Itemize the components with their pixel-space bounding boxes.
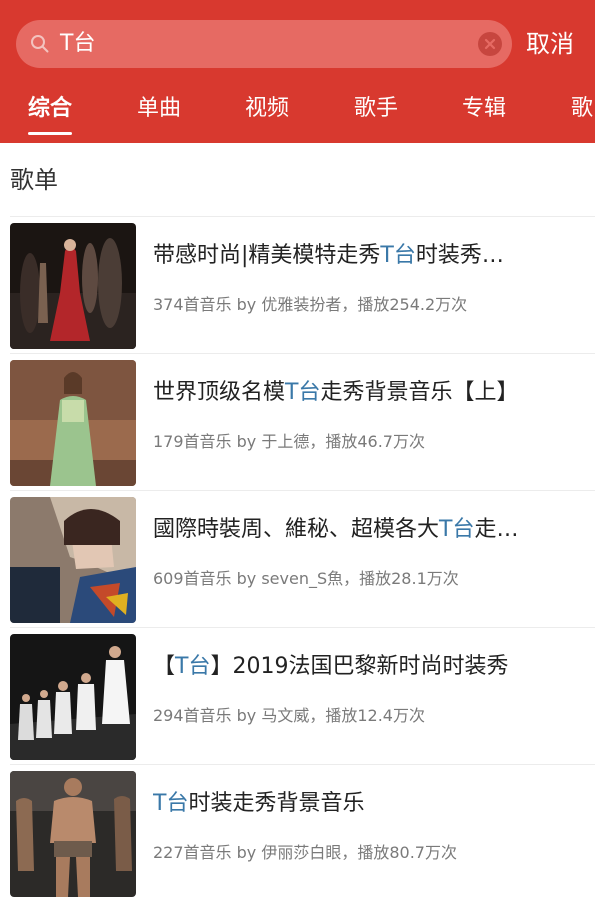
- playlist-item[interactable]: T台时装走秀背景音乐 227首音乐 by 伊丽莎白眼，播放80.7万次: [0, 765, 595, 901]
- cancel-button[interactable]: 取消: [526, 18, 574, 70]
- playlist-title: 國際時裝周、維秘、超模各大T台走…: [153, 517, 519, 542]
- playlist-item[interactable]: 带感时尚|精美模特走秀T台时装秀… 374首音乐 by 优雅装扮者，播放254.…: [0, 217, 595, 353]
- tab-label: 歌: [571, 96, 594, 121]
- section-title: 歌单: [10, 166, 58, 194]
- tab-playlists[interactable]: 歌: [571, 84, 593, 142]
- playlist-meta: 374首音乐 by 优雅装扮者，播放254.2万次: [153, 295, 468, 314]
- search-icon: [31, 35, 49, 53]
- playlist-cover: [10, 223, 136, 349]
- tab-comprehensive[interactable]: 综合: [28, 84, 73, 142]
- tab-active-indicator: [28, 132, 73, 135]
- playlist-cover: [10, 360, 136, 486]
- playlist-meta: 294首音乐 by 马文威，播放12.4万次: [153, 706, 425, 725]
- tab-label: 综合: [28, 96, 73, 121]
- playlist-title: 带感时尚|精美模特走秀T台时装秀…: [153, 243, 504, 268]
- tab-label: 专辑: [462, 96, 507, 121]
- playlist-item[interactable]: 世界顶级名模T台走秀背景音乐【上】 179首音乐 by 于上德，播放46.7万次: [0, 354, 595, 490]
- tab-videos[interactable]: 视频: [245, 84, 289, 142]
- tab-label: 视频: [245, 96, 290, 121]
- playlist-title: 【T台】2019法国巴黎新时尚时装秀: [153, 654, 509, 679]
- tab-label: 歌手: [354, 96, 399, 121]
- tab-albums[interactable]: 专辑: [462, 84, 506, 142]
- tab-artists[interactable]: 歌手: [354, 84, 398, 142]
- tab-label: 单曲: [137, 96, 182, 121]
- playlist-meta: 609首音乐 by seven_S魚，播放28.1万次: [153, 569, 459, 588]
- playlist-item[interactable]: 國際時裝周、維秘、超模各大T台走… 609首音乐 by seven_S魚，播放2…: [0, 491, 595, 627]
- tab-bar: 综合 单曲 视频 歌手 专辑 歌: [0, 84, 595, 142]
- search-header: T台 取消 综合 单曲 视频 歌手 专辑 歌: [0, 0, 595, 143]
- playlist-meta: 227首音乐 by 伊丽莎白眼，播放80.7万次: [153, 843, 457, 862]
- search-bar[interactable]: T台: [16, 20, 512, 68]
- playlist-cover: [10, 634, 136, 760]
- playlist-title: 世界顶级名模T台走秀背景音乐【上】: [153, 380, 519, 405]
- search-input[interactable]: T台: [60, 20, 95, 68]
- tab-songs[interactable]: 单曲: [137, 84, 181, 142]
- playlist-cover: [10, 497, 136, 623]
- playlist-item[interactable]: 【T台】2019法国巴黎新时尚时装秀 294首音乐 by 马文威，播放12.4万…: [0, 628, 595, 764]
- playlist-title: T台时装走秀背景音乐: [153, 791, 365, 816]
- playlist-cover: [10, 771, 136, 897]
- playlist-meta: 179首音乐 by 于上德，播放46.7万次: [153, 432, 425, 451]
- clear-icon[interactable]: [478, 32, 502, 56]
